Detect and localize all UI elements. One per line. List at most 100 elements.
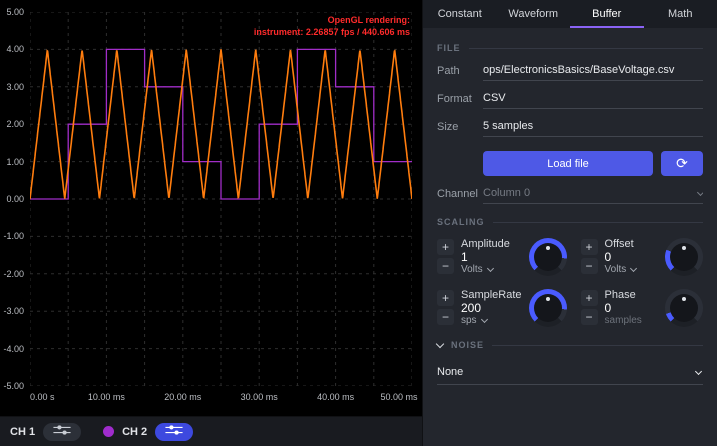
unit-dropdown[interactable]: sps: [461, 315, 522, 326]
chevron-down-icon: [630, 265, 637, 272]
y-axis-tick: -2.00: [0, 269, 24, 279]
control-amplitude: + − Amplitude 1 Volts: [437, 237, 567, 276]
refresh-button[interactable]: ⟳: [661, 151, 703, 176]
channel-bar: CH 1 CH 2: [0, 416, 422, 446]
x-axis-tick: 20.00 ms: [164, 392, 201, 402]
scaling-controls: + − Amplitude 1 Volts + −: [437, 237, 703, 327]
control-fields: Phase 0 samples: [605, 288, 658, 327]
y-axis-tick: 4.00: [0, 44, 24, 54]
decrement-button[interactable]: −: [581, 309, 598, 325]
amplitude-knob[interactable]: [529, 238, 567, 276]
decrement-button[interactable]: −: [581, 258, 598, 274]
control-samplerate: + − SampleRate 200 sps: [437, 288, 567, 327]
stepper-buttons: + −: [581, 288, 598, 327]
control-fields: SampleRate 200 sps: [461, 288, 522, 327]
size-label: Size: [437, 121, 483, 137]
x-axis-tick: 10.00 ms: [88, 392, 125, 402]
tab-buffer[interactable]: Buffer: [570, 0, 644, 28]
increment-button[interactable]: +: [437, 290, 454, 306]
opengl-stats-line1: OpenGL rendering:: [254, 14, 410, 26]
samplerate-knob[interactable]: [529, 289, 567, 327]
y-axis-tick: -1.00: [0, 231, 24, 241]
y-axis-tick: -4.00: [0, 344, 24, 354]
noise-section-title: NOISE: [451, 340, 484, 350]
tab-waveform[interactable]: Waveform: [497, 0, 571, 28]
samplerate-input[interactable]: 200: [461, 301, 522, 315]
load-file-button[interactable]: Load file: [483, 151, 653, 176]
noise-section-header[interactable]: NOISE: [437, 340, 703, 350]
phase-knob[interactable]: [665, 289, 703, 327]
decrement-button[interactable]: −: [437, 258, 454, 274]
chevron-down-icon: [481, 316, 488, 323]
phase-input[interactable]: 0: [605, 301, 658, 315]
control-label: Offset: [605, 238, 658, 250]
offset-input[interactable]: 0: [605, 250, 658, 264]
chevron-down-icon: [695, 367, 702, 374]
y-axis-tick: -5.00: [0, 381, 24, 391]
ch1-label: CH 1: [10, 426, 35, 438]
chevron-down-icon: [697, 188, 703, 195]
control-label: SampleRate: [461, 289, 522, 301]
tune-icon: [163, 424, 185, 439]
opengl-stats: OpenGL rendering: instrument: 2.26857 fp…: [254, 14, 410, 38]
increment-button[interactable]: +: [437, 239, 454, 255]
ch2-label: CH 2: [122, 426, 147, 438]
stepper-buttons: + −: [437, 237, 454, 276]
x-axis-tick: 0.00 s: [30, 392, 55, 402]
chevron-down-icon: [487, 265, 494, 272]
unit-dropdown[interactable]: Volts: [461, 264, 522, 275]
tab-math[interactable]: Math: [644, 0, 717, 28]
load-row: Load file ⟳: [483, 151, 703, 176]
control-label: Phase: [605, 289, 658, 301]
y-axis-tick: 2.00: [0, 119, 24, 129]
format-input[interactable]: CSV: [483, 92, 703, 109]
y-axis-tick: 0.00: [0, 194, 24, 204]
control-phase: + − Phase 0 samples: [581, 288, 703, 327]
tab-constant[interactable]: Constant: [423, 0, 497, 28]
section-divider: [492, 345, 703, 346]
x-axis-tick: 30.00 ms: [241, 392, 278, 402]
unit-label: samples: [605, 315, 658, 326]
signal-generator-window: 5.00 4.00 3.00 2.00 1.00 0.00 -1.00 -2.00 -3.00 -…: [0, 0, 717, 446]
control-fields: Offset 0 Volts: [605, 237, 658, 276]
channel-dropdown[interactable]: Column 0: [483, 187, 703, 204]
channel-row: Channel Column 0: [437, 187, 703, 204]
noise-value: None: [437, 366, 696, 378]
y-axis-labels: 5.004.003.002.001.000.00-1.00-2.00-3.00-…: [0, 12, 26, 386]
amplitude-input[interactable]: 1: [461, 250, 522, 264]
opengl-stats-line2: instrument: 2.26857 fps / 440.606 ms: [254, 26, 410, 38]
x-axis-tick: 40.00 ms: [317, 392, 354, 402]
y-axis-tick: 1.00: [0, 157, 24, 167]
section-divider: [493, 222, 704, 223]
control-offset: + − Offset 0 Volts: [581, 237, 703, 276]
y-axis-tick: -3.00: [0, 306, 24, 316]
ch1-toggle-button[interactable]: [43, 423, 81, 441]
scaling-section-header: SCALING: [437, 217, 703, 227]
control-fields: Amplitude 1 Volts: [461, 237, 522, 276]
x-axis-labels: 0.00 s10.00 ms20.00 ms30.00 ms40.00 ms50…: [30, 390, 412, 404]
offset-knob[interactable]: [665, 238, 703, 276]
format-label: Format: [437, 93, 483, 109]
noise-type-dropdown[interactable]: None: [437, 360, 703, 385]
unit-dropdown[interactable]: Volts: [605, 264, 658, 275]
channel-value: Column 0: [483, 187, 530, 199]
increment-button[interactable]: +: [581, 239, 598, 255]
ch2-toggle-button[interactable]: [155, 423, 193, 441]
channel-label: Channel: [437, 188, 483, 204]
y-axis-tick: 3.00: [0, 82, 24, 92]
y-axis-tick: 5.00: [0, 7, 24, 17]
scaling-section-title: SCALING: [437, 217, 485, 227]
increment-button[interactable]: +: [581, 290, 598, 306]
size-row: Size 5 samples: [437, 120, 703, 137]
buffer-settings: FILE Path ops/ElectronicsBasics/BaseVolt…: [423, 28, 717, 446]
refresh-icon: ⟳: [676, 155, 688, 171]
path-input[interactable]: ops/ElectronicsBasics/BaseVoltage.csv: [483, 64, 703, 81]
stepper-buttons: + −: [581, 237, 598, 276]
settings-panel: Constant Waveform Buffer Math FILE Path …: [422, 0, 717, 446]
ch2-color-dot: [103, 426, 114, 437]
decrement-button[interactable]: −: [437, 309, 454, 325]
file-section-title: FILE: [437, 43, 461, 53]
stepper-buttons: + −: [437, 288, 454, 327]
path-label: Path: [437, 65, 483, 81]
section-divider: [469, 48, 704, 49]
